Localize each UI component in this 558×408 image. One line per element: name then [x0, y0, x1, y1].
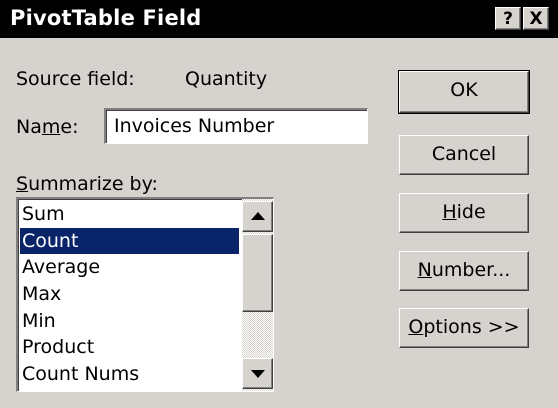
summarize-listbox[interactable]: Sum Count Average Max Min Product Count Nums	[16, 197, 274, 392]
options-button[interactable]: Options >>	[399, 308, 529, 348]
list-item[interactable]: Average	[20, 254, 239, 281]
scroll-down-button[interactable]	[242, 358, 273, 389]
list-item[interactable]: Max	[20, 281, 239, 308]
title-bar: PivotTable Field ? X	[0, 0, 558, 38]
list-item[interactable]: Product	[20, 334, 239, 361]
listbox-scrollbar[interactable]	[242, 199, 273, 391]
source-field-value: Quantity	[185, 68, 268, 90]
window-title: PivotTable Field	[10, 6, 202, 30]
list-item[interactable]: Count	[20, 227, 239, 255]
help-button[interactable]: ?	[495, 7, 521, 30]
summarize-by-label: Summarize by:	[16, 173, 158, 195]
ok-button[interactable]: OK	[398, 70, 530, 114]
source-field-label: Source field:	[16, 68, 135, 90]
name-input[interactable]: Invoices Number	[104, 108, 368, 144]
cancel-button[interactable]: Cancel	[399, 135, 529, 175]
list-item[interactable]: Min	[20, 308, 239, 335]
triangle-down-icon	[251, 370, 265, 378]
triangle-up-icon	[251, 212, 265, 220]
scroll-up-button[interactable]	[242, 201, 273, 232]
scroll-thumb[interactable]	[242, 234, 273, 312]
list-item[interactable]: Count Nums	[20, 361, 239, 388]
close-button[interactable]: X	[523, 7, 549, 30]
number-button[interactable]: Number...	[399, 251, 529, 291]
hide-button[interactable]: Hide	[399, 193, 529, 233]
list-item[interactable]: Sum	[20, 201, 239, 228]
name-label: Name:	[16, 116, 79, 138]
